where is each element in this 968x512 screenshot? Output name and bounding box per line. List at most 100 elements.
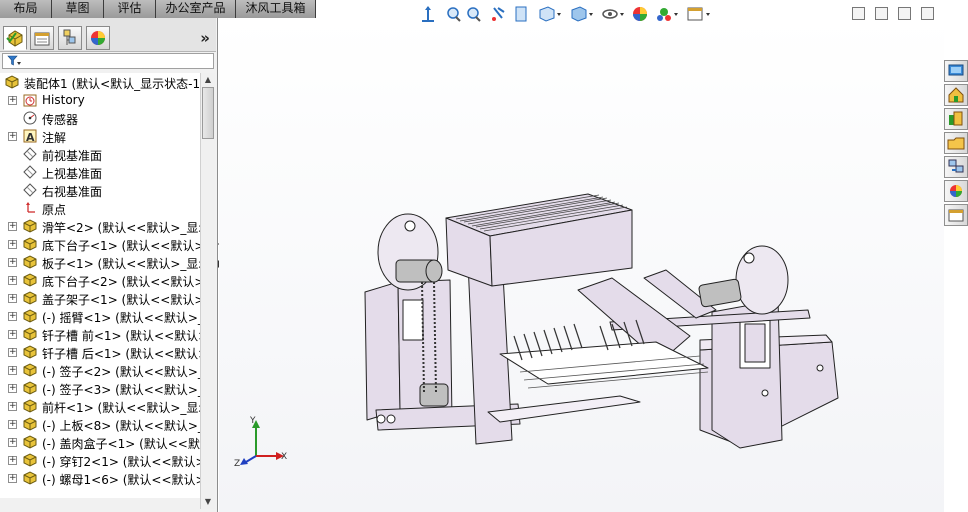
- display-manager-icon: [91, 31, 105, 45]
- view-orientation-icon[interactable]: [539, 6, 561, 22]
- display-style-icon[interactable]: [571, 6, 593, 22]
- tree-item[interactable]: + 板子<1> (默认<<默认>_显示: [0, 253, 200, 271]
- tree-item[interactable]: + 前杆<1> (默认<<默认>_显示: [0, 397, 200, 415]
- design-library-icon[interactable]: [944, 84, 968, 106]
- tree-item-label: History: [42, 93, 85, 107]
- display-scenes-icon[interactable]: [944, 180, 968, 202]
- feature-manager-tab[interactable]: [3, 26, 27, 50]
- section-view-icon[interactable]: [492, 7, 505, 21]
- expand-toggle-icon[interactable]: +: [8, 402, 17, 411]
- axis-triad: [240, 420, 284, 465]
- configuration-manager-tab[interactable]: [58, 26, 82, 50]
- part-icon: [22, 272, 38, 288]
- tree-item-label: 传感器: [42, 113, 79, 127]
- expand-toggle-icon[interactable]: +: [8, 348, 17, 357]
- expand-toggle-icon[interactable]: +: [8, 456, 17, 465]
- tree-item[interactable]: + 底下台子<1> (默认<<默认>_: [0, 235, 200, 253]
- scroll-thumb[interactable]: [202, 87, 214, 139]
- tab-mufeng-toolbox[interactable]: 沐风工具箱: [236, 0, 316, 18]
- expand-toggle-icon[interactable]: +: [8, 420, 17, 429]
- tab-sketch[interactable]: 草图: [52, 0, 104, 18]
- edit-appearance-icon[interactable]: [633, 7, 647, 21]
- tree-item[interactable]: + 盖子架子<1> (默认<<默认>_: [0, 289, 200, 307]
- minimize-icon[interactable]: [898, 7, 911, 20]
- tree-item[interactable]: + A 注解: [0, 127, 200, 145]
- tree-item[interactable]: + History: [0, 91, 200, 109]
- expand-toggle-icon[interactable]: +: [8, 366, 17, 375]
- scroll-down-icon[interactable]: ▼: [201, 495, 215, 509]
- scroll-up-icon[interactable]: ▲: [201, 73, 215, 87]
- dynamic-annotation-icon[interactable]: [515, 6, 527, 22]
- part-icon: [22, 254, 38, 270]
- tree-item-label: 原点: [42, 203, 67, 217]
- hide-show-items-icon[interactable]: [602, 9, 624, 19]
- tree-item[interactable]: + 钎子槽 后<1> (默认<<默认>_: [0, 343, 200, 361]
- expand-toggle-icon[interactable]: +: [8, 222, 17, 231]
- solidworks-window: 布局 草图 评估 办公室产品 沐风工具箱 » 装配体1 (默认<默认_显示状态-…: [0, 0, 968, 512]
- restore-icon[interactable]: [852, 7, 865, 20]
- tree-item[interactable]: + (-) 签子<3> (默认<<默认>_显: [0, 379, 200, 397]
- tab-office-products[interactable]: 办公室产品: [156, 0, 236, 18]
- filter-icon[interactable]: [7, 55, 21, 67]
- expand-toggle-icon[interactable]: +: [8, 384, 17, 393]
- tree-item[interactable]: 传感器: [0, 109, 200, 127]
- property-manager-tab[interactable]: [30, 26, 54, 50]
- tree-item-label: (-) 上板<8> (默认<<默认>_显: [42, 419, 200, 433]
- expand-toggle-icon[interactable]: +: [8, 132, 17, 141]
- tree-item[interactable]: + (-) 签子<2> (默认<<默认>_显: [0, 361, 200, 379]
- expand-panel-button[interactable]: »: [200, 29, 210, 47]
- tree-item-label: 装配体1 (默认<默认_显示状态-1: [24, 77, 200, 91]
- tree-item[interactable]: + 钎子槽 前<1> (默认<<默认>_: [0, 325, 200, 343]
- expand-toggle-icon[interactable]: +: [8, 294, 17, 303]
- solidworks-resources-icon[interactable]: [944, 60, 968, 82]
- triad-y-label: Y: [249, 416, 256, 426]
- previous-view-icon[interactable]: [467, 7, 481, 22]
- expand-toggle-icon[interactable]: +: [8, 474, 17, 483]
- sensor-icon: [22, 110, 38, 126]
- view-settings-icon[interactable]: [687, 7, 710, 21]
- tree-scrollbar[interactable]: ▲ ▼: [200, 73, 215, 509]
- tree-item[interactable]: 上视基准面: [0, 163, 200, 181]
- tree-item[interactable]: 右视基准面: [0, 181, 200, 199]
- expand-toggle-icon[interactable]: +: [8, 258, 17, 267]
- expand-toggle-icon[interactable]: +: [8, 438, 17, 447]
- part-icon: [22, 470, 38, 486]
- assembly-model: Y X Z: [234, 193, 839, 469]
- tree-item[interactable]: + 底下台子<2> (默认<<默认>_: [0, 271, 200, 289]
- tile-icon[interactable]: [875, 7, 888, 20]
- expand-toggle-icon[interactable]: +: [8, 330, 17, 339]
- tree-item[interactable]: + (-) 上板<8> (默认<<默认>_显: [0, 415, 200, 433]
- tab-layout[interactable]: 布局: [0, 0, 52, 18]
- feature-manager-panel: » 装配体1 (默认<默认_显示状态-1 + History 传感器 + A 注解 前视基准面…: [0, 18, 218, 512]
- tree-filter-bar[interactable]: [2, 53, 214, 69]
- view-palette-icon[interactable]: [944, 132, 968, 154]
- tree-item[interactable]: 原点: [0, 199, 200, 217]
- file-explorer-icon[interactable]: [944, 108, 968, 130]
- tree-item[interactable]: 前视基准面: [0, 145, 200, 163]
- tree-item[interactable]: + 滑竿<2> (默认<<默认>_显示: [0, 217, 200, 235]
- tree-item[interactable]: 装配体1 (默认<默认_显示状态-1: [0, 73, 200, 91]
- tree-item[interactable]: + (-) 穿钉2<1> (默认<<默认>_: [0, 451, 200, 469]
- zoom-to-area-icon[interactable]: [447, 7, 461, 22]
- expand-toggle-icon[interactable]: +: [8, 312, 17, 321]
- zoom-to-fit-icon[interactable]: [422, 6, 434, 22]
- tree-item-label: (-) 签子<3> (默认<<默认>_显: [42, 383, 200, 397]
- expand-toggle-icon[interactable]: +: [8, 240, 17, 249]
- custom-properties-icon[interactable]: [944, 204, 968, 226]
- tree-item-label: 板子<1> (默认<<默认>_显示: [42, 257, 200, 271]
- appearances-icon[interactable]: [944, 156, 968, 178]
- part-icon: [22, 236, 38, 252]
- expand-toggle-icon[interactable]: +: [8, 276, 17, 285]
- tree-item[interactable]: + (-) 盖肉盒子<1> (默认<<默认: [0, 433, 200, 451]
- property-manager-icon: [34, 32, 50, 46]
- plane-icon: [22, 146, 38, 162]
- tree-item[interactable]: + (-) 螺母1<6> (默认<<默认>_: [0, 469, 200, 487]
- close-icon[interactable]: [921, 7, 934, 20]
- tab-evaluate[interactable]: 评估: [104, 0, 156, 18]
- display-manager-tab[interactable]: [86, 26, 110, 50]
- assembly-icon: [4, 74, 20, 90]
- graphics-area[interactable]: Y X Z: [219, 18, 944, 512]
- apply-scene-icon[interactable]: [657, 8, 678, 21]
- expand-toggle-icon[interactable]: +: [8, 96, 17, 105]
- tree-item[interactable]: + (-) 摇臂<1> (默认<<默认>_显: [0, 307, 200, 325]
